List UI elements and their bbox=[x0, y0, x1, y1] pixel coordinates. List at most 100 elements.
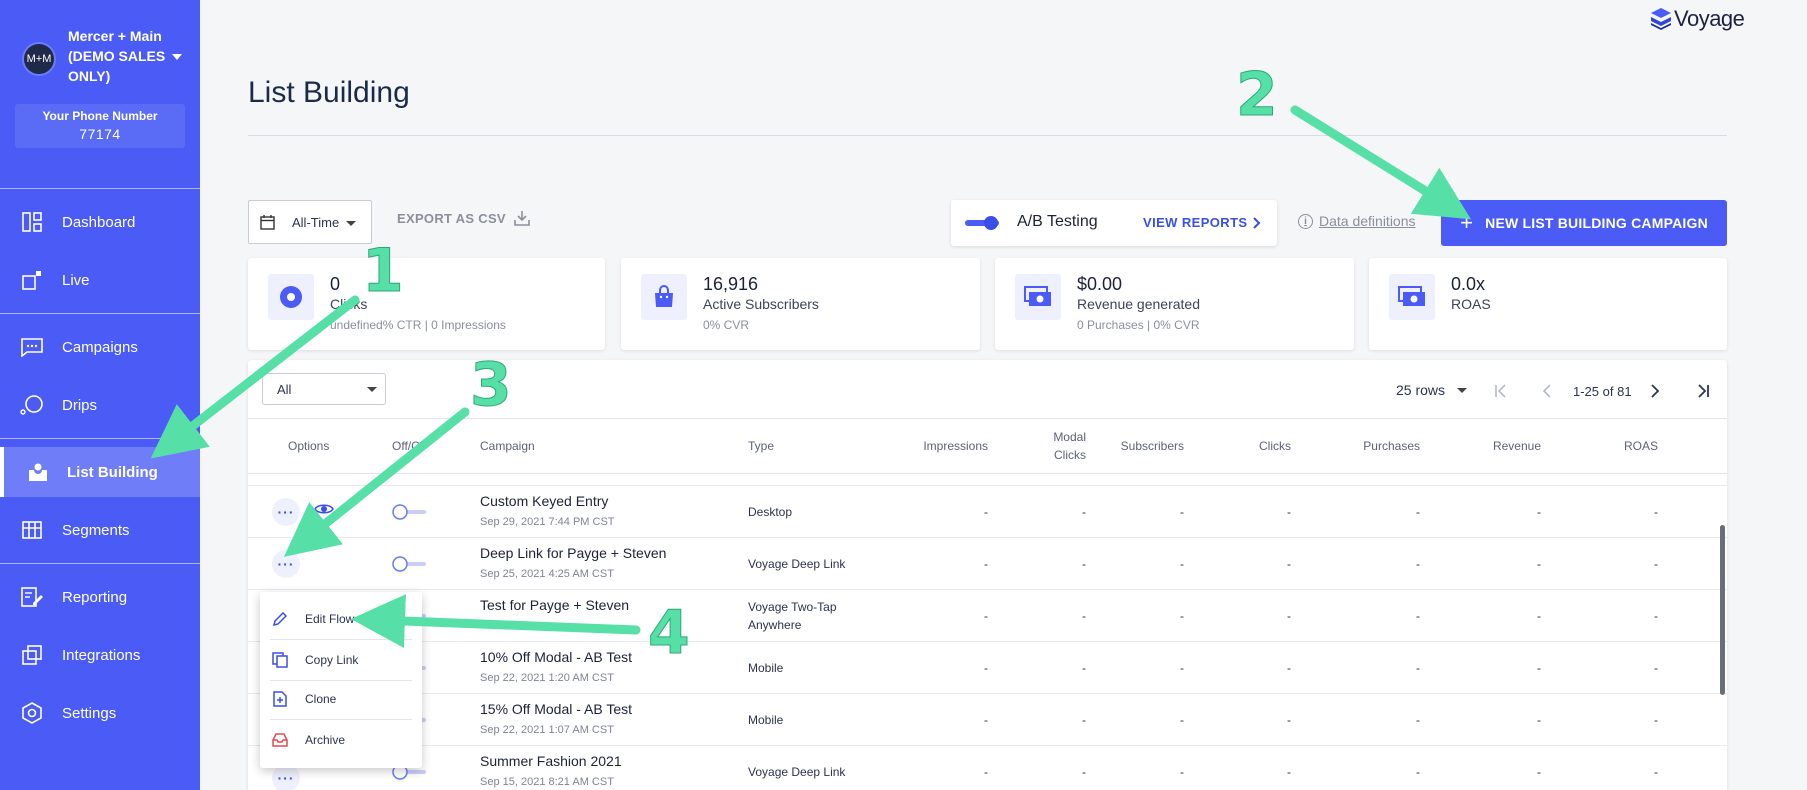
segments-icon bbox=[20, 518, 44, 542]
export-csv-button[interactable]: EXPORT AS CSV bbox=[397, 210, 530, 226]
view-reports-label: VIEW REPORTS bbox=[1143, 215, 1248, 230]
sidebar-item-label: Live bbox=[62, 271, 90, 289]
date-range-select[interactable]: All-Time bbox=[248, 200, 372, 244]
campaign-name[interactable]: Deep Link for Payge + Steven bbox=[480, 545, 666, 561]
campaign-type: Mobile bbox=[748, 661, 784, 675]
table-row[interactable]: ··· Summer Fashion 2021 Sep 15, 2021 8:2… bbox=[248, 746, 1727, 790]
table-row[interactable]: 10% Off Modal - AB Test Sep 22, 2021 1:2… bbox=[248, 642, 1727, 694]
cell-subscribers: - bbox=[1180, 713, 1184, 727]
table-row[interactable]: 15% Off Modal - AB Test Sep 22, 2021 1:0… bbox=[248, 694, 1727, 746]
cell-revenue: - bbox=[1537, 661, 1541, 675]
menu-item-clone[interactable]: Clone bbox=[260, 679, 422, 719]
menu-item-edit-flow[interactable]: Edit Flow bbox=[260, 599, 422, 639]
list-building-icon bbox=[26, 460, 50, 484]
eye-icon[interactable] bbox=[314, 502, 334, 516]
account-dropdown-icon[interactable] bbox=[172, 54, 182, 60]
new-list-building-campaign-button[interactable]: + NEW LIST BUILDING CAMPAIGN bbox=[1441, 200, 1727, 246]
page-range: 1-25 of 81 bbox=[1573, 384, 1632, 399]
first-page-button[interactable] bbox=[1492, 382, 1510, 400]
on-off-toggle[interactable] bbox=[392, 504, 426, 520]
options-more-icon[interactable]: ··· bbox=[272, 498, 300, 526]
table-scrollbar[interactable] bbox=[1720, 525, 1725, 695]
menu-item-archive[interactable]: Archive bbox=[260, 720, 422, 760]
rows-per-page-select[interactable]: 25 rows bbox=[1396, 382, 1468, 398]
cell-revenue: - bbox=[1537, 765, 1541, 779]
ab-testing-toggle[interactable] bbox=[965, 216, 999, 230]
row-options-menu: Edit Flow Copy Link Clone Archive bbox=[260, 592, 422, 768]
sidebar-item-drips[interactable]: Drips bbox=[0, 380, 200, 430]
sidebar: M+M Mercer + Main (DEMO SALES ONLY) Your… bbox=[0, 0, 200, 790]
sidebar-item-label: Reporting bbox=[62, 588, 128, 606]
column-campaign[interactable]: Campaign bbox=[480, 437, 535, 455]
sidebar-item-dashboard[interactable]: Dashboard bbox=[0, 197, 200, 247]
campaign-name[interactable]: 10% Off Modal - AB Test bbox=[480, 649, 632, 665]
sidebar-item-reporting[interactable]: Reporting bbox=[0, 572, 200, 622]
account-avatar[interactable]: M+M bbox=[22, 42, 56, 76]
status-filter-value: All bbox=[277, 381, 292, 397]
sidebar-item-campaigns[interactable]: Campaigns bbox=[0, 322, 200, 372]
phone-number-box: Your Phone Number 77174 bbox=[15, 104, 185, 148]
column-revenue[interactable]: Revenue bbox=[1438, 437, 1541, 455]
stat-sub: undefined% CTR | 0 Impressions bbox=[330, 318, 506, 332]
campaign-name[interactable]: 15% Off Modal - AB Test bbox=[480, 701, 632, 717]
view-reports-link[interactable]: VIEW REPORTS bbox=[1143, 215, 1261, 230]
stat-value: 0 bbox=[330, 274, 341, 294]
campaign-name[interactable]: Custom Keyed Entry bbox=[480, 493, 608, 509]
sidebar-item-list-building[interactable]: List Building bbox=[0, 447, 200, 497]
table-row[interactable]: ··· Deep Link for Payge + Steven Sep 25,… bbox=[248, 538, 1727, 590]
stat-sub: 0% CVR bbox=[703, 318, 750, 332]
campaign-name[interactable]: Test for Payge + Steven bbox=[480, 597, 629, 613]
chevron-right-icon bbox=[1651, 384, 1660, 398]
column-roas[interactable]: ROAS bbox=[1558, 437, 1658, 455]
campaign-date: Sep 29, 2021 7:44 PM CST bbox=[480, 516, 615, 528]
column-type[interactable]: Type bbox=[748, 437, 774, 455]
annotation-number-4: 4 bbox=[648, 598, 691, 669]
column-purchases[interactable]: Purchases bbox=[1308, 437, 1420, 455]
status-filter-select[interactable]: All bbox=[262, 373, 386, 405]
chevron-down-icon bbox=[367, 387, 377, 392]
sidebar-divider bbox=[0, 563, 200, 564]
prev-page-button[interactable] bbox=[1538, 382, 1556, 400]
campaign-name[interactable]: Summer Fashion 2021 bbox=[480, 753, 622, 769]
cell-impressions: - bbox=[984, 765, 988, 779]
ab-testing-label: A/B Testing bbox=[1017, 213, 1098, 230]
last-page-button[interactable] bbox=[1694, 382, 1712, 400]
account-name[interactable]: Mercer + Main (DEMO SALES ONLY) bbox=[68, 26, 176, 86]
phone-number: 77174 bbox=[79, 126, 121, 142]
page-title: List Building bbox=[248, 76, 410, 109]
campaigns-icon bbox=[20, 335, 44, 359]
annotation-number-3: 3 bbox=[470, 350, 513, 421]
column-clicks[interactable]: Clicks bbox=[1208, 437, 1291, 455]
chevron-right-icon bbox=[1253, 216, 1261, 229]
table-row[interactable]: ··· Custom Keyed Entry Sep 29, 2021 7:44… bbox=[248, 486, 1727, 538]
menu-item-label: Archive bbox=[305, 733, 346, 747]
cell-modal-clicks: - bbox=[1082, 557, 1086, 571]
sidebar-item-segments[interactable]: Segments bbox=[0, 505, 200, 555]
stat-value: 16,916 bbox=[703, 274, 759, 294]
cell-modal-clicks: - bbox=[1082, 765, 1086, 779]
menu-item-copy-link[interactable]: Copy Link bbox=[260, 640, 422, 680]
sidebar-item-settings[interactable]: Settings bbox=[0, 688, 200, 738]
cell-impressions: - bbox=[984, 557, 988, 571]
sidebar-item-integrations[interactable]: Integrations bbox=[0, 630, 200, 680]
stat-label: Revenue generated bbox=[1077, 296, 1200, 312]
column-subscribers[interactable]: Subscribers bbox=[1068, 437, 1184, 455]
table-row[interactable]: Test for Payge + Steven Voyage Two-Tap An… bbox=[248, 590, 1727, 642]
rows-per-page-value: 25 rows bbox=[1396, 382, 1446, 398]
data-definitions-link[interactable]: i Data definitions bbox=[1298, 213, 1416, 229]
column-impressions[interactable]: Impressions bbox=[808, 437, 988, 455]
data-definitions-label: Data definitions bbox=[1319, 213, 1416, 229]
sidebar-item-live[interactable]: Live bbox=[0, 255, 200, 305]
date-range-value: All-Time bbox=[292, 214, 340, 230]
sidebar-item-label: Segments bbox=[62, 521, 130, 539]
cell-impressions: - bbox=[984, 505, 988, 519]
next-page-button[interactable] bbox=[1646, 382, 1664, 400]
on-off-toggle[interactable] bbox=[392, 556, 426, 572]
copy-icon bbox=[272, 652, 288, 668]
settings-icon bbox=[20, 701, 44, 725]
cell-purchases: - bbox=[1416, 765, 1420, 779]
cell-subscribers: - bbox=[1180, 609, 1184, 623]
clone-icon bbox=[272, 691, 288, 707]
cell-roas: - bbox=[1654, 765, 1658, 779]
options-more-icon[interactable]: ··· bbox=[272, 550, 300, 578]
